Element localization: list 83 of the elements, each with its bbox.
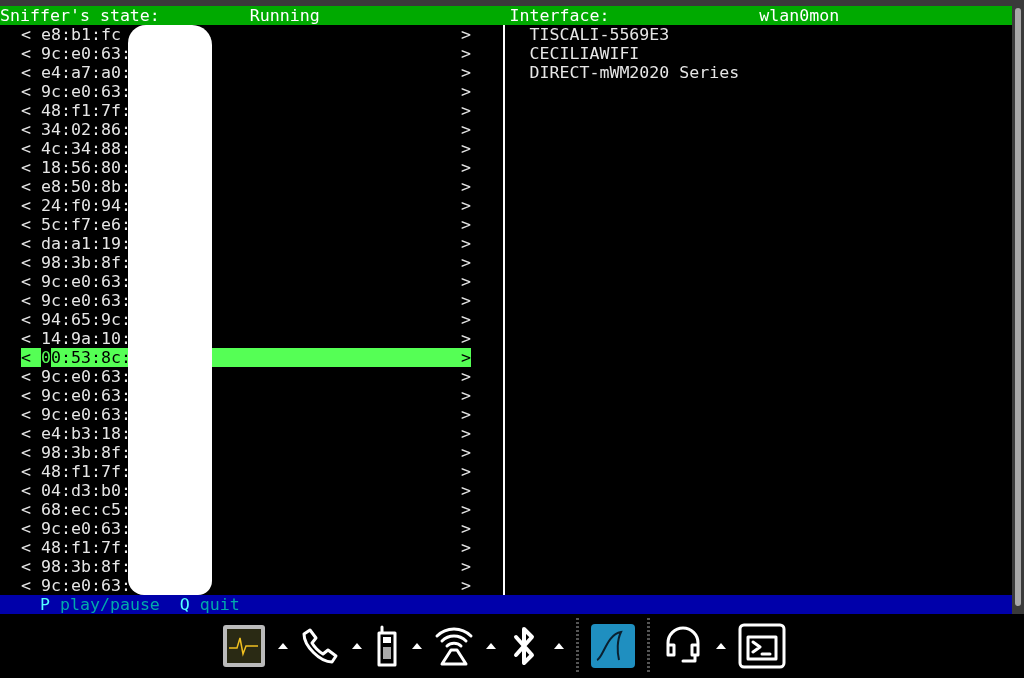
key-hint: Q quit (179, 595, 240, 614)
device-row[interactable]: < 14:9a:10: (21, 329, 128, 348)
system-monitor-icon[interactable] (222, 624, 266, 668)
device-row[interactable]: < 98:3b:8f: (21, 443, 128, 462)
expand-marker[interactable]: > (212, 386, 471, 405)
device-row[interactable]: < 48:f1:7f: (21, 101, 128, 120)
expander-arrow-icon[interactable] (554, 643, 564, 649)
key-hint: P play/pause (39, 595, 160, 614)
device-row[interactable]: < 48:f1:7f: (21, 538, 128, 557)
device-row[interactable]: < e8:b1:fc (21, 25, 128, 44)
phone-icon[interactable] (300, 626, 340, 666)
expander-arrow-icon[interactable] (716, 643, 726, 649)
expand-marker[interactable]: > (212, 25, 471, 44)
expand-marker[interactable]: > (212, 538, 471, 557)
device-row[interactable]: < 4c:34:88: (21, 139, 128, 158)
expand-marker[interactable]: > (212, 348, 471, 367)
expand-marker[interactable]: > (212, 101, 471, 120)
expand-marker[interactable]: > (212, 576, 471, 595)
device-row[interactable]: < 18:56:80: (21, 158, 128, 177)
expand-marker[interactable]: > (212, 253, 471, 272)
expand-marker[interactable]: > (212, 557, 471, 576)
device-row[interactable]: < 9c:e0:63: (21, 519, 128, 538)
expand-marker[interactable]: > (212, 500, 471, 519)
device-row[interactable]: < e4:b3:18: (21, 424, 128, 443)
expand-marker[interactable]: > (212, 462, 471, 481)
expand-marker[interactable]: > (212, 310, 471, 329)
expand-marker[interactable]: > (212, 424, 471, 443)
device-row[interactable]: < 04:d3:b0: (21, 481, 128, 500)
expand-marker[interactable]: > (212, 481, 471, 500)
dotted-separator (647, 618, 650, 674)
expand-marker[interactable]: > (212, 177, 471, 196)
device-row[interactable]: < 5c:f7:e6: (21, 215, 128, 234)
expand-marker[interactable]: > (212, 82, 471, 101)
expand-marker[interactable]: > (212, 215, 471, 234)
expand-marker[interactable]: > (212, 519, 471, 538)
expand-marker[interactable]: > (212, 367, 471, 386)
expand-marker[interactable]: > (212, 158, 471, 177)
device-row[interactable]: < 00:53:8c: (21, 348, 128, 367)
wifi-icon[interactable] (434, 624, 474, 668)
network-name: DIRECT-mWM2020 Series (529, 63, 740, 82)
scrollbar[interactable] (1012, 0, 1024, 614)
shark-fin-icon[interactable] (591, 624, 635, 668)
device-row[interactable]: < e4:a7:a0: (21, 63, 128, 82)
expand-marker[interactable]: > (212, 196, 471, 215)
expand-marker[interactable]: > (212, 120, 471, 139)
expander-arrow-icon[interactable] (352, 643, 362, 649)
interface-label: Interface: (509, 6, 611, 25)
dotted-separator (576, 618, 579, 674)
interface-value: wlan0mon (759, 6, 841, 25)
device-row[interactable]: < 9c:e0:63: (21, 405, 128, 424)
device-row[interactable]: < 24:f0:94: (21, 196, 128, 215)
expand-marker[interactable]: > (212, 291, 471, 310)
expand-marker[interactable]: > (212, 63, 471, 82)
expand-marker[interactable]: > (212, 234, 471, 253)
device-row[interactable]: < 9c:e0:63: (21, 82, 128, 101)
expander-arrow-icon[interactable] (412, 643, 422, 649)
expand-marker[interactable]: > (212, 405, 471, 424)
network-name: CECILIAWIFI (529, 44, 641, 63)
state-label: Sniffer's state: (0, 6, 161, 25)
terminal-icon[interactable] (738, 623, 786, 669)
device-row[interactable]: < da:a1:19: (21, 234, 128, 253)
device-row[interactable]: < 98:3b:8f: (21, 557, 128, 576)
device-row[interactable]: < 9c:e0:63: (21, 44, 128, 63)
network-name: TISCALI-5569E3 (529, 25, 671, 44)
device-row[interactable]: < 68:ec:c5: (21, 500, 128, 519)
expand-marker[interactable]: > (212, 272, 471, 291)
device-row[interactable]: < 9c:e0:63: (21, 291, 128, 310)
expander-arrow-icon[interactable] (278, 643, 288, 649)
state-value: Running (249, 6, 321, 25)
device-row[interactable]: < 9c:e0:63: (21, 576, 128, 595)
device-row[interactable]: < 9c:e0:63: (21, 272, 128, 291)
expand-marker[interactable]: > (212, 139, 471, 158)
expand-marker[interactable]: > (212, 329, 471, 348)
expand-marker[interactable]: > (212, 44, 471, 63)
device-row[interactable]: < 34:02:86: (21, 120, 128, 139)
device-row[interactable]: < 94:65:9c: (21, 310, 128, 329)
device-row[interactable]: < 48:f1:7f: (21, 462, 128, 481)
device-row[interactable]: < 9c:e0:63: (21, 386, 128, 405)
expander-arrow-icon[interactable] (486, 643, 496, 649)
device-row[interactable]: < 9c:e0:63: (21, 367, 128, 386)
expand-marker[interactable]: > (212, 443, 471, 462)
device-row[interactable]: < e8:50:8b: (21, 177, 128, 196)
device-row[interactable]: < 98:3b:8f: (21, 253, 128, 272)
